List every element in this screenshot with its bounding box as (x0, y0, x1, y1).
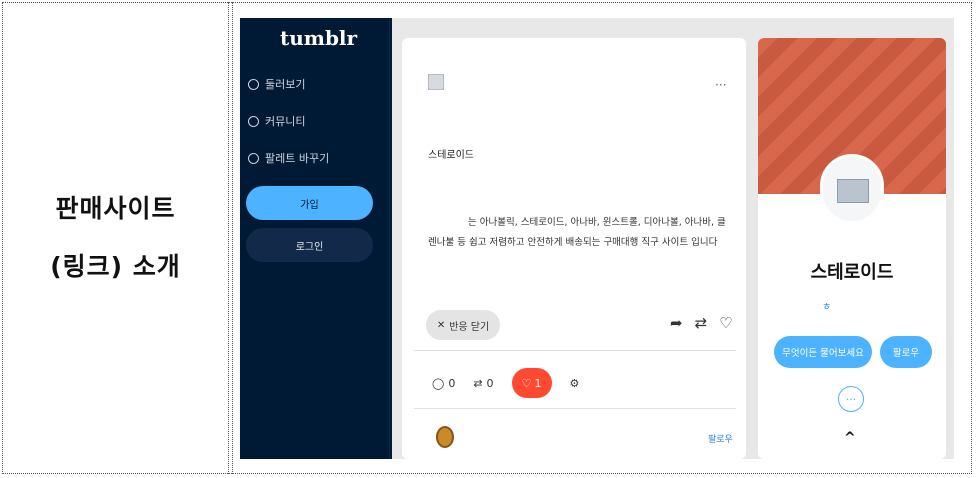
palette-icon (248, 152, 259, 164)
compass-icon (248, 78, 259, 90)
post-actions: ➦ ⇄ ♡ (670, 314, 733, 332)
profile-card: 스테로이드 ㅎ 무엇이든 물어보세요 팔로우 ··· ^ (758, 38, 946, 459)
profile-handle: ㅎ (822, 302, 832, 313)
sidebar-item-label: 커뮤니티 (265, 115, 306, 128)
settings-cog[interactable]: ⚙ (570, 377, 580, 390)
post-body: 는 아나볼릭, 스테로이드, 아나바, 윈스트롤, 디아나볼, 아나바, 클렌나… (428, 217, 726, 248)
close-notes-label: 반응 닫기 (449, 321, 490, 333)
like-count-value: 1 (534, 376, 542, 390)
notes-stats: ◯ 0 ⇄ 0 ♡ 1 ⚙ (432, 368, 579, 398)
divider (414, 350, 736, 351)
sidebar: tumblr 둘러보기 커뮤니티 팔레트 바꾸기 가입 로그인 (240, 18, 390, 459)
sidebar-item-explore[interactable]: 둘러보기 (248, 76, 305, 92)
tumblr-logo[interactable]: tumblr (280, 26, 357, 50)
follow-button[interactable]: 팔로우 (880, 336, 932, 368)
like-count[interactable]: ♡ 1 (511, 368, 552, 398)
post-more-button[interactable]: ··· (715, 78, 726, 92)
reblog-icon[interactable]: ⇄ (695, 314, 708, 332)
column-divider (228, 2, 229, 474)
join-button[interactable]: 가입 (246, 186, 373, 220)
sidebar-item-community[interactable]: 커뮤니티 (248, 113, 305, 129)
caption-cell: 판매사이트 (링크) 소개 (3, 2, 228, 474)
close-notes-button[interactable]: ✕ 반응 닫기 (426, 310, 500, 340)
divider (414, 408, 736, 409)
comment-icon: ◯ (432, 376, 445, 390)
sidebar-item-label: 팔레트 바꾸기 (265, 152, 330, 165)
chevron-up-icon[interactable]: ^ (844, 430, 856, 446)
reblog-icon: ⇄ (473, 376, 483, 390)
ask-button[interactable]: 무엇이든 물어보세요 (774, 336, 872, 368)
reblog-count[interactable]: ⇄ 0 (473, 377, 493, 390)
tumblr-screenshot: tumblr 둘러보기 커뮤니티 팔레트 바꾸기 가입 로그인 ··· 스테로이… (240, 18, 954, 459)
close-icon: ✕ (436, 319, 446, 331)
heart-icon: ♡ (521, 376, 532, 390)
gear-icon: ⚙ (569, 376, 580, 390)
sidebar-item-label: 둘러보기 (265, 78, 306, 91)
heart-icon[interactable]: ♡ (719, 314, 732, 332)
main-area: ··· 스테로이드 는 아나볼릭, 스테로이드, 아나바, 윈스트롤, 디아나볼… (392, 18, 954, 459)
post-card: ··· 스테로이드 는 아나볼릭, 스테로이드, 아나바, 윈스트롤, 디아나볼… (402, 38, 746, 459)
community-icon (248, 115, 259, 127)
caption-line-2: (링크) 소개 (50, 252, 181, 281)
profile-name: 스테로이드 (810, 262, 894, 283)
sidebar-item-palette[interactable]: 팔레트 바꾸기 (248, 150, 329, 166)
profile-avatar[interactable] (820, 154, 884, 224)
caption-line-1: 판매사이트 (55, 194, 176, 223)
reblogger-avatar[interactable] (436, 426, 454, 448)
column-divider-inner (232, 2, 233, 474)
comment-count[interactable]: ◯ 0 (432, 377, 455, 390)
profile-more-button[interactable]: ··· (838, 386, 864, 412)
login-button[interactable]: 로그인 (246, 228, 373, 262)
reblog-count-value: 0 (486, 376, 494, 390)
follow-link[interactable]: 팔로우 (708, 432, 733, 445)
comment-count-value: 0 (448, 376, 456, 390)
share-icon[interactable]: ➦ (670, 314, 683, 332)
post-avatar[interactable] (428, 74, 444, 90)
post-title: 스테로이드 (428, 150, 474, 161)
